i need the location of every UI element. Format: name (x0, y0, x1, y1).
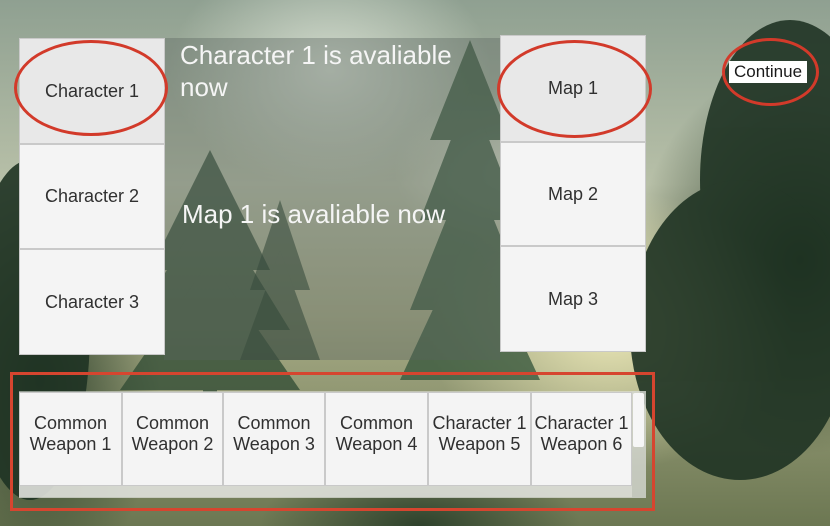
weapon-6-line2: Weapon 6 (540, 434, 623, 454)
weapon-5-button[interactable]: Character 1 Weapon 5 (428, 392, 531, 486)
weapon-4-line2: Weapon 4 (335, 434, 418, 454)
weapon-1-line2: Weapon 1 (29, 434, 112, 454)
weapon-2-button[interactable]: Common Weapon 2 (122, 392, 223, 486)
map-1-button[interactable]: Map 1 (500, 35, 646, 142)
map-available-notice: Map 1 is avaliable now (182, 199, 446, 229)
weapon-2-line2: Weapon 2 (131, 434, 214, 454)
map-3-button[interactable]: Map 3 (500, 246, 646, 352)
weapon-1-line1: Common (33, 413, 108, 433)
vertical-scrollbar[interactable] (632, 391, 646, 498)
map-3-label: Map 3 (547, 288, 599, 309)
weapon-2-line1: Common (135, 413, 210, 433)
horizontal-scrollbar[interactable] (19, 486, 632, 498)
character-1-label: Character 1 (44, 80, 140, 101)
weapon-4-line1: Common (339, 413, 414, 433)
weapon-4-button[interactable]: Common Weapon 4 (325, 392, 428, 486)
weapon-5-line2: Weapon 5 (438, 434, 521, 454)
character-1-button[interactable]: Character 1 (19, 38, 165, 144)
vertical-scrollbar-thumb[interactable] (633, 393, 644, 447)
map-1-label: Map 1 (547, 78, 599, 98)
map-2-button[interactable]: Map 2 (500, 142, 646, 246)
weapon-1-button[interactable]: Common Weapon 1 (19, 392, 122, 486)
continue-button[interactable]: Continue (729, 61, 807, 83)
character-2-button[interactable]: Character 2 (19, 144, 165, 249)
weapon-6-button[interactable]: Character 1 Weapon 6 (531, 392, 632, 486)
weapon-6-line1: Character 1 (534, 413, 629, 433)
character-available-notice: Character 1 is avaliable now (180, 40, 452, 102)
map-2-label: Map 2 (547, 183, 599, 204)
weapon-3-line2: Weapon 3 (233, 434, 315, 454)
character-3-label: Character 3 (44, 291, 140, 312)
weapon-5-line1: Character 1 (432, 413, 527, 433)
weapon-3-button[interactable]: Common Weapon 3 (223, 392, 325, 486)
character-2-label: Character 2 (44, 186, 140, 206)
weapon-3-line1: Common (237, 413, 311, 433)
character-3-button[interactable]: Character 3 (19, 249, 165, 355)
